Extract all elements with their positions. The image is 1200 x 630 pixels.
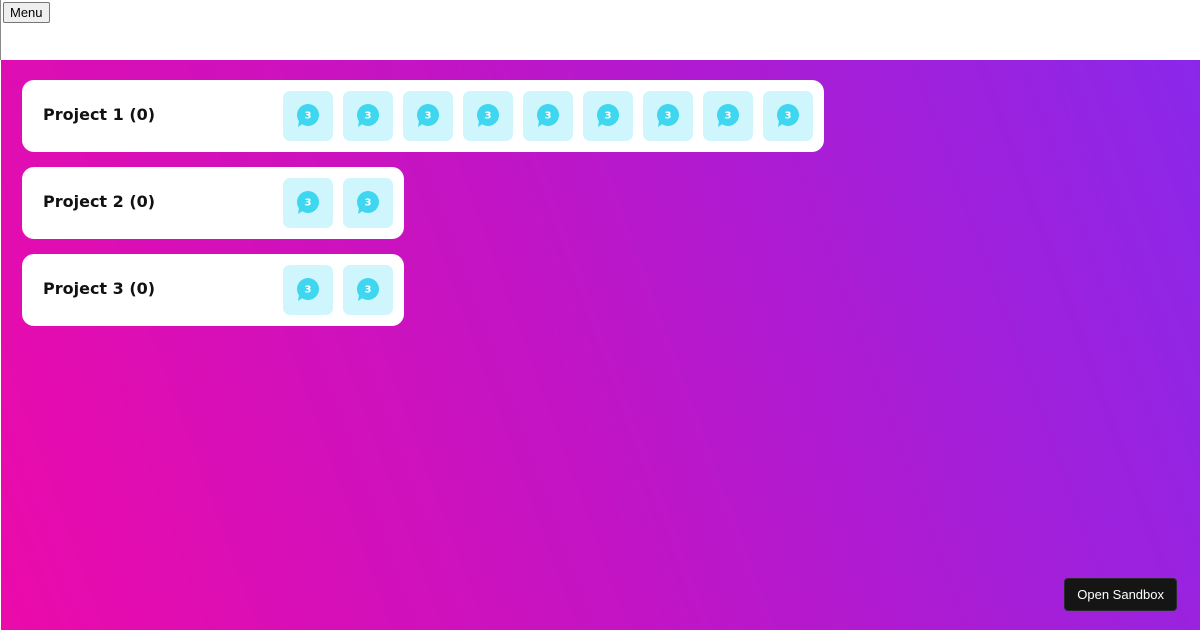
projects-canvas: Project 1 (0) 3 3 3 3 3 3 3 3 3 Project 2 (0) 3 3 Pro… [1, 60, 1200, 630]
chat-tile[interactable]: 3 [283, 178, 333, 228]
project-tiles: 33 [283, 265, 393, 315]
chat-bubble-icon: 3 [297, 278, 319, 301]
chat-bubble-icon: 3 [477, 104, 499, 127]
chat-tile[interactable]: 3 [463, 91, 513, 141]
chat-bubble-icon: 3 [357, 104, 379, 127]
chat-bubble-icon: 3 [357, 278, 379, 301]
tile-count: 3 [365, 111, 372, 122]
tile-count: 3 [305, 111, 312, 122]
project-tiles: 33 [283, 178, 393, 228]
tile-count: 3 [365, 285, 372, 296]
project-row: Project 1 (0) 3 3 3 3 3 3 3 3 3 [22, 80, 824, 152]
tile-count: 3 [665, 111, 672, 122]
tile-count: 3 [545, 111, 552, 122]
project-row: Project 2 (0) 3 3 [22, 167, 404, 239]
chat-bubble-icon: 3 [537, 104, 559, 127]
project-row: Project 3 (0) 3 3 [22, 254, 404, 326]
project-title: Project 1 (0) [43, 105, 156, 124]
open-sandbox-button[interactable]: Open Sandbox [1064, 578, 1177, 611]
page: Menu Project 1 (0) 3 3 3 3 3 3 3 3 3 Project 2 (0)… [0, 0, 1200, 630]
project-tiles: 3 3 3 3 3 3 3 3 3 [283, 91, 813, 141]
project-title: Project 2 (0) [43, 192, 156, 211]
menu-button[interactable]: Menu [3, 2, 50, 23]
chat-bubble-icon: 3 [657, 104, 679, 127]
tile-count: 3 [425, 111, 432, 122]
project-title: Project 3 (0) [43, 279, 156, 298]
tile-count: 3 [485, 111, 492, 122]
chat-tile[interactable]: 3 [343, 91, 393, 141]
tile-count: 3 [785, 111, 792, 122]
chat-tile[interactable]: 3 [763, 91, 813, 141]
chat-tile[interactable]: 3 [283, 265, 333, 315]
chat-bubble-icon: 3 [417, 104, 439, 127]
chat-bubble-icon: 3 [297, 104, 319, 127]
chat-tile[interactable]: 3 [403, 91, 453, 141]
chat-bubble-icon: 3 [777, 104, 799, 127]
chat-tile[interactable]: 3 [343, 178, 393, 228]
chat-bubble-icon: 3 [357, 191, 379, 214]
chat-tile[interactable]: 3 [643, 91, 693, 141]
tile-count: 3 [725, 111, 732, 122]
chat-tile[interactable]: 3 [343, 265, 393, 315]
chat-bubble-icon: 3 [597, 104, 619, 127]
tile-count: 3 [365, 198, 372, 209]
chat-tile[interactable]: 3 [283, 91, 333, 141]
top-bar: Menu [0, 0, 1200, 60]
tile-count: 3 [605, 111, 612, 122]
tile-count: 3 [305, 198, 312, 209]
chat-bubble-icon: 3 [297, 191, 319, 214]
chat-tile[interactable]: 3 [583, 91, 633, 141]
chat-bubble-icon: 3 [717, 104, 739, 127]
tile-count: 3 [305, 285, 312, 296]
chat-tile[interactable]: 3 [703, 91, 753, 141]
chat-tile[interactable]: 3 [523, 91, 573, 141]
